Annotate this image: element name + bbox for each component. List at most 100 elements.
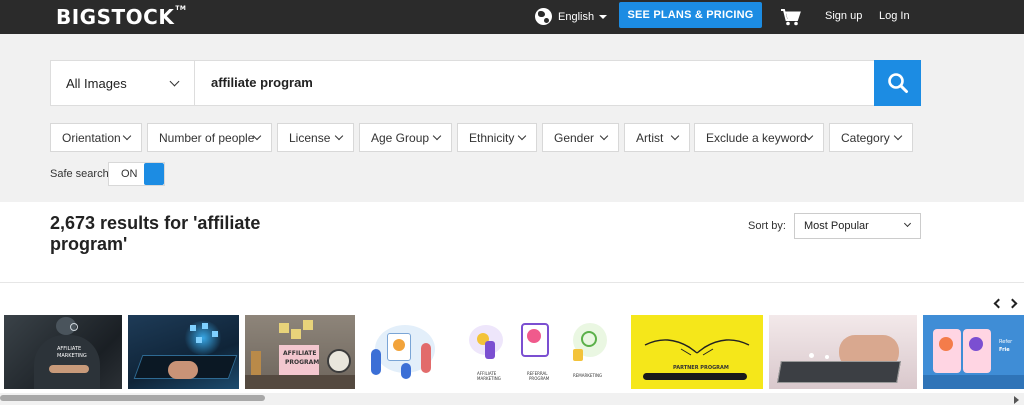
profile-dot xyxy=(393,339,405,351)
cart-icon[interactable] xyxy=(780,8,802,26)
sign-up-link[interactable]: Sign up xyxy=(825,10,862,22)
thumbnail-image[interactable]: AFFILIATE MARKETING xyxy=(4,315,122,389)
thumbnail-image[interactable]: PARTNER PROGRAM xyxy=(631,315,763,389)
network-node xyxy=(70,323,78,331)
search-bar: All Images affiliate program xyxy=(50,60,921,106)
search-button[interactable] xyxy=(874,60,921,106)
person-icon xyxy=(485,341,495,359)
sticky-note xyxy=(279,323,289,333)
section-divider xyxy=(0,282,1024,283)
person-figure xyxy=(421,343,431,373)
sort-by-label: Sort by: xyxy=(748,220,786,232)
language-selector[interactable]: English xyxy=(535,8,608,25)
thumb-caption: REMARKETING xyxy=(573,373,603,378)
filter-ethnicity[interactable]: Ethnicity xyxy=(457,123,537,152)
chevron-left-icon xyxy=(993,298,1003,308)
table-surface xyxy=(245,375,355,389)
sticky-note xyxy=(291,329,301,339)
filter-label: Age Group xyxy=(371,130,430,145)
megaphone-icon xyxy=(527,329,541,343)
app-icon xyxy=(190,325,196,331)
scrollbar-thumb[interactable] xyxy=(0,395,265,401)
refresh-icon xyxy=(581,331,597,347)
filter-orientation[interactable]: Orientation xyxy=(50,123,142,152)
marker-pen xyxy=(643,373,747,380)
alarm-clock xyxy=(327,349,351,373)
logo-tm: TM xyxy=(175,5,187,12)
bigstock-logo[interactable]: BIGSTOCKTM xyxy=(56,5,186,29)
chevron-down-icon xyxy=(122,131,132,141)
person-body xyxy=(34,335,100,389)
thumbnail-image[interactable]: AFFILIATE MARKETING REFERRAL PROGRAM REM… xyxy=(455,315,625,389)
thumbnail-image[interactable] xyxy=(769,315,917,389)
chevron-down-icon xyxy=(893,131,903,141)
filter-label: Ethnicity xyxy=(469,130,515,145)
thumb-caption: PROGRAM xyxy=(529,376,550,381)
safe-search-state: ON xyxy=(121,168,138,180)
filter-age-group[interactable]: Age Group xyxy=(359,123,452,152)
safe-search-label: Safe search xyxy=(50,168,109,180)
hand xyxy=(168,361,198,379)
sparkle xyxy=(825,355,829,359)
phone-illustration xyxy=(933,329,961,373)
filter-label: Exclude a keyword xyxy=(706,130,807,145)
language-label[interactable]: English xyxy=(558,11,594,23)
thumb-caption: Frie xyxy=(999,347,1010,353)
app-icon xyxy=(202,323,208,329)
hands xyxy=(49,365,89,373)
chevron-down-icon xyxy=(334,131,344,141)
thumb-caption: PROGRAM xyxy=(285,359,320,366)
sort-dropdown[interactable]: Most Popular xyxy=(794,213,921,239)
thumb-caption: AFFILIATE xyxy=(57,346,82,352)
filter-artist[interactable]: Artist xyxy=(624,123,690,152)
app-icon xyxy=(196,337,202,343)
floor xyxy=(923,375,1024,389)
top-navigation-bar: BIGSTOCKTM English SEE PLANS & PRICING S… xyxy=(0,0,1024,34)
filter-label: Artist xyxy=(636,130,664,145)
sort-value: Most Popular xyxy=(804,220,869,232)
filter-category[interactable]: Category xyxy=(829,123,913,152)
coin-icon xyxy=(573,349,583,361)
scroll-right-icon[interactable] xyxy=(1014,396,1019,404)
filter-label: Orientation xyxy=(62,130,121,145)
magnifier-icon xyxy=(887,73,908,93)
logo-text[interactable]: BIGSTOCK xyxy=(56,5,174,29)
search-scope-dropdown[interactable]: All Images xyxy=(51,61,195,105)
sparkle xyxy=(809,353,814,358)
thumbnail-image[interactable] xyxy=(128,315,239,389)
chevron-down-icon xyxy=(169,76,180,87)
toggle-knob[interactable] xyxy=(144,163,164,185)
carousel-next-button[interactable] xyxy=(1007,295,1021,311)
search-panel: All Images affiliate program Orientation… xyxy=(0,34,1024,202)
filter-license[interactable]: License xyxy=(277,123,354,152)
log-in-link[interactable]: Log In xyxy=(879,10,910,22)
avatar xyxy=(969,337,983,351)
safe-search-toggle[interactable]: ON xyxy=(108,162,165,186)
filter-label: Gender xyxy=(554,130,595,145)
filter-exclude-keyword[interactable]: Exclude a keyword xyxy=(694,123,824,152)
thumbnail-image[interactable]: AFFILIATE PROGRAM xyxy=(245,315,355,389)
person-figure xyxy=(401,363,411,379)
carousel-prev-button[interactable] xyxy=(989,295,1003,311)
chevron-down-icon xyxy=(903,219,912,228)
avatar xyxy=(939,337,953,351)
search-scope-label: All Images xyxy=(66,75,127,91)
chevron-down-icon xyxy=(432,131,442,141)
filter-number-of-people[interactable]: Number of people xyxy=(147,123,272,152)
filter-gender[interactable]: Gender xyxy=(542,123,619,152)
person-figure xyxy=(371,349,381,375)
filter-label: Number of people xyxy=(159,130,255,145)
app-icon xyxy=(212,331,218,337)
globe-icon xyxy=(535,8,552,25)
thumb-caption: AFFILIATE xyxy=(283,350,317,357)
search-input[interactable]: affiliate program xyxy=(211,75,313,90)
caret-down-icon xyxy=(599,14,608,19)
phone-illustration xyxy=(963,329,991,373)
thumbnail-image[interactable] xyxy=(361,315,449,389)
thumb-caption: Refer xyxy=(999,339,1013,345)
results-count-heading: 2,673 results for 'affiliate program' xyxy=(50,213,261,254)
chevron-down-icon xyxy=(670,131,680,141)
see-plans-pricing-button[interactable]: SEE PLANS & PRICING xyxy=(619,2,762,28)
thumbnail-image[interactable]: Refer Frie xyxy=(923,315,1024,389)
sticky-note xyxy=(303,320,313,330)
